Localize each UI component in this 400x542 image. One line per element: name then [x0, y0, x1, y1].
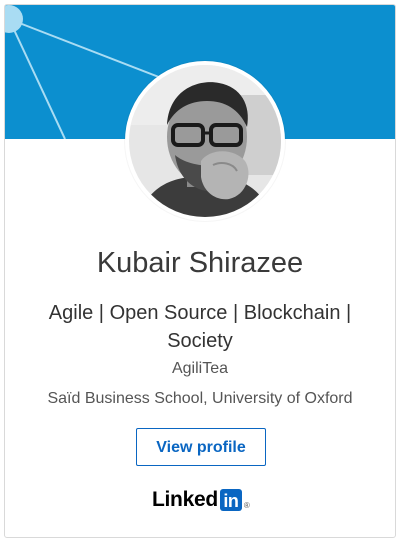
avatar[interactable] — [125, 61, 285, 221]
profile-name[interactable]: Kubair Shirazee — [5, 245, 395, 281]
profile-headline: Agile | Open Source | Blockchain | Socie… — [48, 302, 352, 352]
registered-mark: ® — [243, 500, 250, 510]
view-profile-button[interactable]: View profile — [136, 428, 266, 466]
profile-company: AgiliTea — [171, 360, 229, 377]
linkedin-in-icon: in — [219, 489, 242, 511]
profile-badge-card: Kubair Shirazee Agile | Open Source | Bl… — [4, 4, 396, 538]
profile-school: Saïd Business School, University of Oxfo… — [47, 390, 353, 407]
linkedin-logo[interactable]: Linked in ® — [152, 487, 250, 513]
profile-photo — [129, 65, 281, 217]
linkedin-logo-word: Linked — [152, 488, 218, 511]
